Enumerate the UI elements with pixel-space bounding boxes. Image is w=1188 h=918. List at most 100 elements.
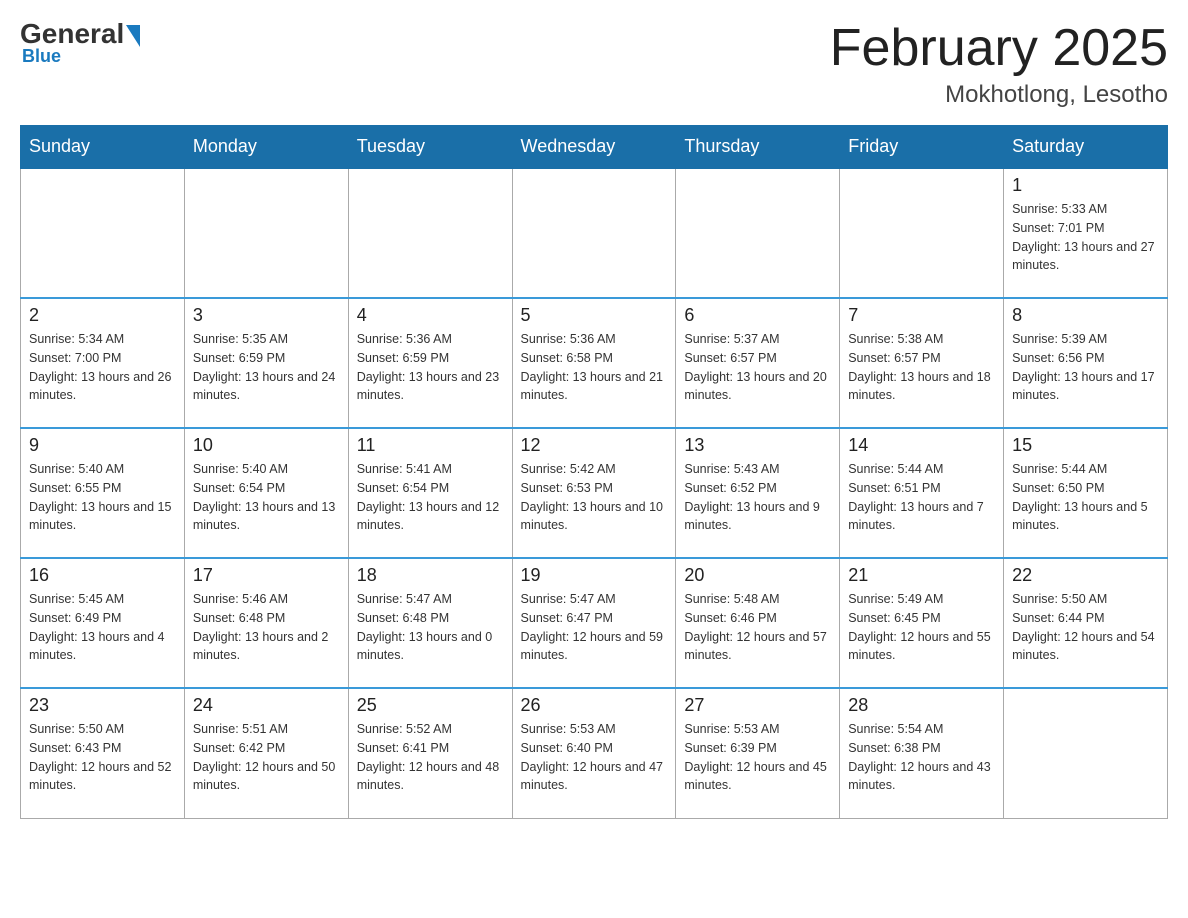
logo-general-text: General	[20, 20, 124, 48]
calendar-day-cell: 9 Sunrise: 5:40 AMSunset: 6:55 PMDaylight…	[21, 428, 185, 558]
calendar-day-cell: 11 Sunrise: 5:41 AMSunset: 6:54 PMDayligh…	[348, 428, 512, 558]
day-number: 9	[29, 435, 176, 456]
day-info: Sunrise: 5:36 AMSunset: 6:58 PMDaylight:…	[521, 330, 668, 405]
calendar-day-cell: 8 Sunrise: 5:39 AMSunset: 6:56 PMDaylight…	[1004, 298, 1168, 428]
day-info: Sunrise: 5:50 AMSunset: 6:43 PMDaylight:…	[29, 720, 176, 795]
logo: General Blue	[20, 20, 140, 67]
calendar-day-cell: 4 Sunrise: 5:36 AMSunset: 6:59 PMDaylight…	[348, 298, 512, 428]
day-number: 7	[848, 305, 995, 326]
day-number: 25	[357, 695, 504, 716]
day-number: 20	[684, 565, 831, 586]
calendar-day-cell	[1004, 688, 1168, 818]
day-number: 10	[193, 435, 340, 456]
calendar-day-cell: 3Sunrise: 5:35 AMSunset: 6:59 PMDaylight…	[184, 298, 348, 428]
day-number: 12	[521, 435, 668, 456]
day-info: Sunrise: 5:40 AMSunset: 6:54 PMDaylight:…	[193, 460, 340, 535]
day-number: 27	[684, 695, 831, 716]
day-info: Sunrise: 5:47 AMSunset: 6:47 PMDaylight:…	[521, 590, 668, 665]
calendar-day-cell: 28Sunrise: 5:54 AMSunset: 6:38 PMDayligh…	[840, 688, 1004, 818]
day-info: Sunrise: 5:53 AMSunset: 6:39 PMDaylight:…	[684, 720, 831, 795]
calendar-day-cell: 18 Sunrise: 5:47 AMSunset: 6:48 PMDayligh…	[348, 558, 512, 688]
day-of-week-header: Sunday	[21, 126, 185, 169]
calendar-day-cell	[676, 168, 840, 298]
day-info: Sunrise: 5:41 AMSunset: 6:54 PMDaylight:…	[357, 460, 504, 535]
calendar-week-row: 9 Sunrise: 5:40 AMSunset: 6:55 PMDaylight…	[21, 428, 1168, 558]
logo-blue-text: Blue	[22, 46, 61, 67]
day-info: Sunrise: 5:34 AMSunset: 7:00 PMDaylight:…	[29, 330, 176, 405]
calendar-day-cell: 5 Sunrise: 5:36 AMSunset: 6:58 PMDaylight…	[512, 298, 676, 428]
calendar-day-cell: 25 Sunrise: 5:52 AMSunset: 6:41 PMDayligh…	[348, 688, 512, 818]
calendar-day-cell	[348, 168, 512, 298]
day-number: 5	[521, 305, 668, 326]
day-of-week-header: Saturday	[1004, 126, 1168, 169]
title-section: February 2025 Mokhotlong, Lesotho	[830, 20, 1168, 109]
calendar-day-cell: 13 Sunrise: 5:43 AMSunset: 6:52 PMDayligh…	[676, 428, 840, 558]
day-info: Sunrise: 5:42 AMSunset: 6:53 PMDaylight:…	[521, 460, 668, 535]
day-number: 18	[357, 565, 504, 586]
calendar-day-cell: 24 Sunrise: 5:51 AMSunset: 6:42 PMDayligh…	[184, 688, 348, 818]
day-number: 23	[29, 695, 176, 716]
calendar-day-cell: 19 Sunrise: 5:47 AMSunset: 6:47 PMDayligh…	[512, 558, 676, 688]
day-of-week-header: Friday	[840, 126, 1004, 169]
day-number: 21	[848, 565, 995, 586]
calendar-day-cell: 16Sunrise: 5:45 AMSunset: 6:49 PMDayligh…	[21, 558, 185, 688]
day-info: Sunrise: 5:47 AMSunset: 6:48 PMDaylight:…	[357, 590, 504, 665]
calendar-week-row: 23 Sunrise: 5:50 AMSunset: 6:43 PMDayligh…	[21, 688, 1168, 818]
day-info: Sunrise: 5:40 AMSunset: 6:55 PMDaylight:…	[29, 460, 176, 535]
day-info: Sunrise: 5:50 AMSunset: 6:44 PMDaylight:…	[1012, 590, 1159, 665]
day-info: Sunrise: 5:52 AMSunset: 6:41 PMDaylight:…	[357, 720, 504, 795]
day-number: 4	[357, 305, 504, 326]
day-number: 8	[1012, 305, 1159, 326]
calendar-table: SundayMondayTuesdayWednesdayThursdayFrid…	[20, 125, 1168, 819]
day-info: Sunrise: 5:35 AMSunset: 6:59 PMDaylight:…	[193, 330, 340, 405]
day-number: 26	[521, 695, 668, 716]
day-info: Sunrise: 5:43 AMSunset: 6:52 PMDaylight:…	[684, 460, 831, 535]
day-info: Sunrise: 5:44 AMSunset: 6:51 PMDaylight:…	[848, 460, 995, 535]
day-number: 19	[521, 565, 668, 586]
calendar-day-cell	[21, 168, 185, 298]
day-number: 17	[193, 565, 340, 586]
day-info: Sunrise: 5:51 AMSunset: 6:42 PMDaylight:…	[193, 720, 340, 795]
day-number: 2	[29, 305, 176, 326]
calendar-day-cell: 27 Sunrise: 5:53 AMSunset: 6:39 PMDayligh…	[676, 688, 840, 818]
day-info: Sunrise: 5:44 AMSunset: 6:50 PMDaylight:…	[1012, 460, 1159, 535]
page-header: General Blue February 2025 Mokhotlong, L…	[20, 20, 1168, 109]
day-of-week-header: Monday	[184, 126, 348, 169]
month-title: February 2025	[830, 20, 1168, 77]
day-number: 22	[1012, 565, 1159, 586]
calendar-week-row: 16Sunrise: 5:45 AMSunset: 6:49 PMDayligh…	[21, 558, 1168, 688]
day-number: 6	[684, 305, 831, 326]
day-info: Sunrise: 5:48 AMSunset: 6:46 PMDaylight:…	[684, 590, 831, 665]
calendar-day-cell: 14 Sunrise: 5:44 AMSunset: 6:51 PMDayligh…	[840, 428, 1004, 558]
day-info: Sunrise: 5:54 AMSunset: 6:38 PMDaylight:…	[848, 720, 995, 795]
day-number: 1	[1012, 175, 1159, 196]
day-number: 13	[684, 435, 831, 456]
day-info: Sunrise: 5:36 AMSunset: 6:59 PMDaylight:…	[357, 330, 504, 405]
day-of-week-header: Tuesday	[348, 126, 512, 169]
day-info: Sunrise: 5:39 AMSunset: 6:56 PMDaylight:…	[1012, 330, 1159, 405]
day-number: 15	[1012, 435, 1159, 456]
calendar-day-cell: 7 Sunrise: 5:38 AMSunset: 6:57 PMDaylight…	[840, 298, 1004, 428]
calendar-day-cell: 20 Sunrise: 5:48 AMSunset: 6:46 PMDayligh…	[676, 558, 840, 688]
day-info: Sunrise: 5:38 AMSunset: 6:57 PMDaylight:…	[848, 330, 995, 405]
calendar-day-cell: 23 Sunrise: 5:50 AMSunset: 6:43 PMDayligh…	[21, 688, 185, 818]
calendar-day-cell	[184, 168, 348, 298]
calendar-day-cell: 26Sunrise: 5:53 AMSunset: 6:40 PMDayligh…	[512, 688, 676, 818]
calendar-day-cell: 1 Sunrise: 5:33 AMSunset: 7:01 PMDaylight…	[1004, 168, 1168, 298]
calendar-week-row: 2 Sunrise: 5:34 AMSunset: 7:00 PMDaylight…	[21, 298, 1168, 428]
day-info: Sunrise: 5:45 AMSunset: 6:49 PMDaylight:…	[29, 590, 176, 665]
day-number: 14	[848, 435, 995, 456]
day-info: Sunrise: 5:33 AMSunset: 7:01 PMDaylight:…	[1012, 200, 1159, 275]
location-title: Mokhotlong, Lesotho	[830, 81, 1168, 109]
day-number: 24	[193, 695, 340, 716]
day-info: Sunrise: 5:46 AMSunset: 6:48 PMDaylight:…	[193, 590, 340, 665]
day-info: Sunrise: 5:49 AMSunset: 6:45 PMDaylight:…	[848, 590, 995, 665]
calendar-day-cell: 15 Sunrise: 5:44 AMSunset: 6:50 PMDayligh…	[1004, 428, 1168, 558]
calendar-day-cell: 17 Sunrise: 5:46 AMSunset: 6:48 PMDayligh…	[184, 558, 348, 688]
calendar-day-cell: 22 Sunrise: 5:50 AMSunset: 6:44 PMDayligh…	[1004, 558, 1168, 688]
calendar-day-cell: 2 Sunrise: 5:34 AMSunset: 7:00 PMDaylight…	[21, 298, 185, 428]
calendar-day-cell: 12 Sunrise: 5:42 AMSunset: 6:53 PMDayligh…	[512, 428, 676, 558]
day-of-week-header: Thursday	[676, 126, 840, 169]
calendar-day-cell: 21 Sunrise: 5:49 AMSunset: 6:45 PMDayligh…	[840, 558, 1004, 688]
day-number: 11	[357, 435, 504, 456]
